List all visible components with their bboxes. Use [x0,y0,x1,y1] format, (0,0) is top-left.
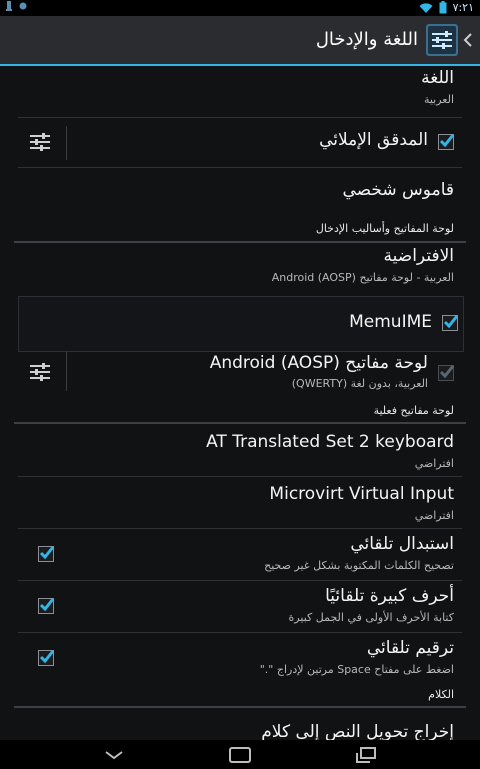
pref-memuime[interactable]: MemuIME [18,296,464,352]
navigation-bar [0,740,480,769]
pref-summary: العربية، بدون لغة (QWERTY) [291,377,428,390]
pref-aosp-keyboard[interactable]: لوحة مفاتيح Android (AOSP) العربية، بدون… [0,351,480,401]
auto-replace-checkbox[interactable] [38,546,55,562]
category-divider [14,241,466,243]
pref-summary: افتراضي [414,509,454,522]
pref-personal-dictionary[interactable]: قاموس شخصي [0,168,480,218]
pref-title: استبدال تلقائي [350,534,454,554]
status-bar: ٧:٢١ [0,0,480,16]
divider [18,632,462,633]
pref-summary: العربية [423,93,454,106]
category-divider [14,422,466,424]
spell-checker-checkbox[interactable] [438,134,455,150]
aosp-keyboard-checkbox[interactable] [438,365,455,381]
vertical-separator [66,351,67,391]
divider [18,580,462,581]
status-time: ٧:٢١ [452,1,474,14]
divider [18,476,462,477]
category-divider [14,706,466,708]
pref-title: اللغة [421,68,454,88]
settings-sliders-icon[interactable] [29,131,51,153]
pref-title: MemuIME [349,312,432,332]
pref-auto-replace[interactable]: استبدال تلقائي تصحيح الكلمات المكتوبة بش… [0,530,480,580]
recent-apps-icon[interactable] [352,744,380,766]
pref-title: AT Translated Set 2 keyboard [206,432,454,452]
pref-language[interactable]: اللغة العربية [0,66,480,116]
pref-auto-punctuation[interactable]: ترقيم تلقائي اضغط على مفتاح Space مرتين … [0,634,480,684]
pref-title: قاموس شخصي [342,180,454,200]
pref-title: الافتراضية [383,246,454,266]
memuime-checkbox[interactable] [442,315,459,331]
bug-icon [19,2,27,10]
pref-auto-caps[interactable]: أحرف كبيرة تلقائيًا كتابة الأحرف الأولى … [0,582,480,632]
notification-icons [4,0,28,12]
settings-sliders-icon[interactable] [426,24,458,56]
chevron-left-icon[interactable] [460,30,476,50]
pref-tts-output[interactable]: إخراج تحويل النص إلى كلام [0,712,480,740]
pref-default-keyboard[interactable]: الافتراضية العربية - لوحة مفاتيح Android… [0,244,480,294]
category-keyboard-input: لوحة المفاتيح وأساليب الإدخال [315,222,454,235]
home-icon[interactable] [226,744,254,766]
auto-caps-checkbox[interactable] [38,598,55,614]
pref-title: لوحة مفاتيح Android (AOSP) [209,353,428,373]
pref-summary: تصحيح الكلمات المكتوبة بشكل غير صحيح [264,559,454,572]
vertical-separator [66,126,67,160]
settings-sliders-icon[interactable] [29,361,51,383]
battery-icon [439,1,447,14]
settings-list[interactable]: اللغة العربية المدقق الإملائي قاموس شخصي… [0,66,480,740]
category-speech: الكلام [428,688,454,701]
page-title: اللغة والإدخال [315,29,418,50]
pref-title: Microvirt Virtual Input [269,484,454,504]
pref-microvirt-input[interactable]: Microvirt Virtual Input افتراضي [0,478,480,528]
pref-title: ترقيم تلقائي [366,638,454,658]
auto-punctuation-checkbox[interactable] [38,650,55,666]
pref-title: أحرف كبيرة تلقائيًا [325,586,454,606]
back-icon[interactable] [100,744,128,766]
pref-title: المدقق الإملائي [319,130,428,150]
divider [18,528,462,529]
pref-at-keyboard[interactable]: AT Translated Set 2 keyboard افتراضي [0,426,480,476]
pref-title: إخراج تحويل النص إلى كلام [261,722,454,740]
pref-spell-checker[interactable]: المدقق الإملائي [0,118,480,166]
wifi-icon [419,2,433,13]
pref-summary: افتراضي [414,457,454,470]
pref-summary: اضغط على مفتاح Space مرتين لإدراج "." [259,663,454,676]
category-physical-keyboard: لوحة مفاتيح فعلية [373,404,454,417]
pref-summary: كتابة الأحرف الأولى في الجمل كبيرة [288,611,454,624]
usb-icon [6,1,12,11]
action-bar: اللغة والإدخال [0,16,480,66]
pref-summary: العربية - لوحة مفاتيح Android (AOSP) [271,271,454,284]
